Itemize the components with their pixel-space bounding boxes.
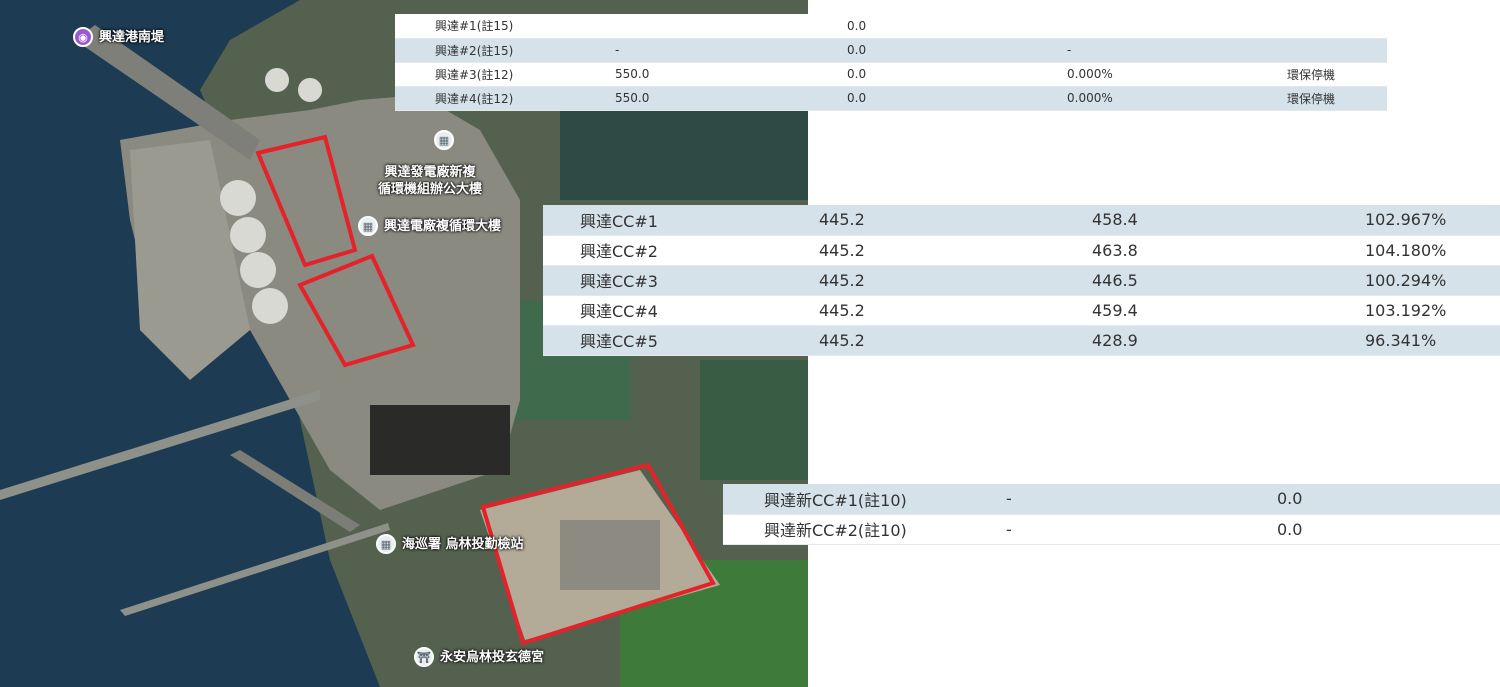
table-row: 興達新CC#2(註10) - 0.0 bbox=[723, 514, 1500, 544]
poi-combined-cycle-building[interactable]: ▦ 興達電廠複循環大樓 bbox=[358, 216, 501, 236]
table-row: 興達#3(註12) 550.0 0.0 0.000% 環保停機 bbox=[395, 62, 1387, 86]
camera-icon: ◉ bbox=[73, 27, 93, 47]
building-icon: ▦ bbox=[376, 534, 396, 554]
poi-coast-guard-station[interactable]: ▦ 海巡署 烏林投勤檢站 bbox=[376, 534, 524, 554]
poi-office-building[interactable]: 興達發電廠新複 循環機組辦公大樓 bbox=[378, 164, 482, 198]
table-row: 興達#2(註15) - 0.0 - bbox=[395, 38, 1387, 62]
table-row: 興達新CC#1(註10) - 0.0 bbox=[723, 484, 1500, 514]
temple-icon: ⛩ bbox=[414, 647, 434, 667]
table-row: 興達#4(註12) 550.0 0.0 0.000% 環保停機 bbox=[395, 86, 1387, 110]
building-icon: ▦ bbox=[434, 130, 454, 150]
table-row: 興達CC#3 445.2 446.5 100.294% bbox=[543, 265, 1500, 295]
unit-table-new-cc: 興達新CC#1(註10) - 0.0 興達新CC#2(註10) - 0.0 bbox=[723, 484, 1500, 545]
poi-office-building-label: 興達發電廠新複 循環機組辦公大樓 bbox=[378, 165, 483, 197]
poi-harbor-pier[interactable]: ◉ 興達港南堤 bbox=[73, 27, 164, 47]
table-row: 興達CC#1 445.2 458.4 102.967% bbox=[543, 205, 1500, 235]
unit-table-top: 興達#1(註15) 0.0 興達#2(註15) - 0.0 - 興達#3(註12… bbox=[395, 14, 1387, 111]
table-row: 興達CC#2 445.2 463.8 104.180% bbox=[543, 235, 1500, 265]
table-row: 興達#1(註15) 0.0 bbox=[395, 14, 1387, 38]
poi-temple[interactable]: ⛩ 永安烏林投玄德宮 bbox=[414, 647, 544, 667]
unit-table-cc: 興達CC#1 445.2 458.4 102.967% 興達CC#2 445.2… bbox=[543, 205, 1500, 356]
poi-power-plant[interactable]: ▦ bbox=[434, 130, 454, 150]
building-icon: ▦ bbox=[358, 216, 378, 236]
table-row: 興達CC#4 445.2 459.4 103.192% bbox=[543, 295, 1500, 325]
table-row: 興達CC#5 445.2 428.9 96.341% bbox=[543, 325, 1500, 355]
